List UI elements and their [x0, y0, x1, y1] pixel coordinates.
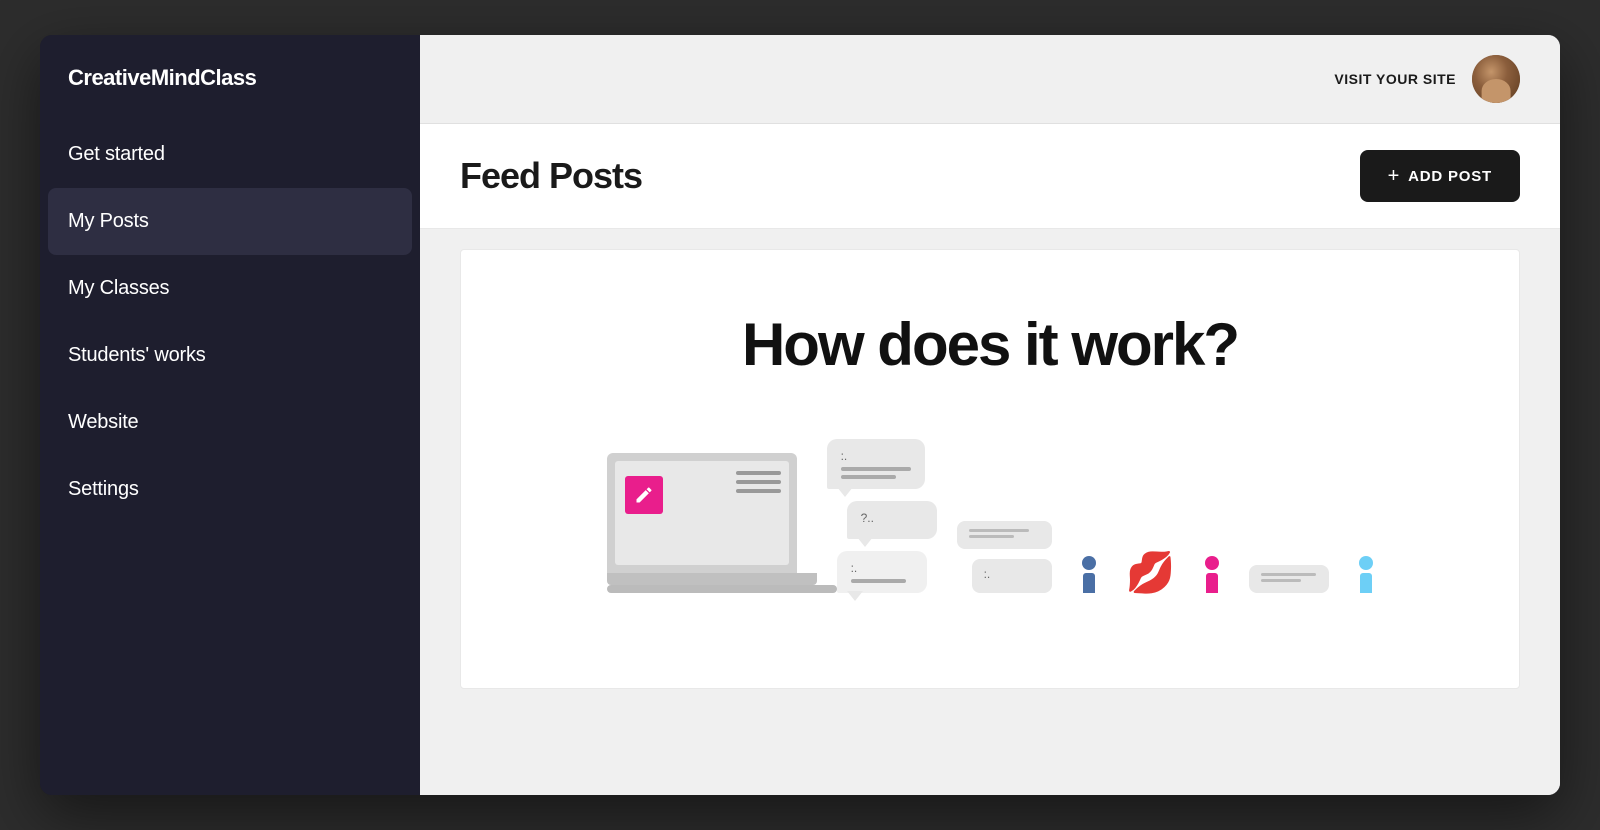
laptop-base — [607, 573, 817, 585]
person-head-blue-light — [1359, 556, 1373, 570]
person-head-pink — [1205, 556, 1219, 570]
small-bubble-line — [1261, 573, 1316, 576]
bubble-icon: :. — [851, 561, 913, 575]
bubble-line — [841, 467, 911, 471]
person-blue — [1082, 556, 1096, 593]
sidebar-item-get-started[interactable]: Get started — [40, 121, 420, 188]
small-bubble-line — [1261, 579, 1301, 582]
laptop-line — [736, 489, 781, 493]
laptop-line — [736, 480, 781, 484]
sidebar-item-my-classes[interactable]: My Classes — [40, 255, 420, 322]
page-title: Feed Posts — [460, 155, 642, 197]
person-body — [1083, 573, 1095, 593]
person-body-blue-light — [1360, 573, 1372, 593]
header-right: VISIT YOUR SITE — [1334, 55, 1520, 103]
bubble-line — [851, 579, 906, 583]
main-content: VISIT YOUR SITE Feed Posts + ADD POST Ho… — [420, 35, 1560, 795]
more-bubbles-left: :. — [957, 521, 1052, 593]
laptop-pink-box — [625, 476, 663, 514]
laptop-screen-content — [615, 461, 789, 565]
top-header: VISIT YOUR SITE — [420, 35, 1560, 124]
person-body-pink — [1206, 573, 1218, 593]
feed-card: How does it work? — [460, 249, 1520, 689]
sidebar-logo: CreativeMindClass — [40, 35, 420, 111]
small-bubble-3 — [1249, 565, 1329, 593]
small-bubble-line — [969, 529, 1029, 532]
bubble-lines — [851, 579, 913, 583]
add-post-button[interactable]: + ADD POST — [1360, 150, 1520, 202]
page-header: Feed Posts + ADD POST — [420, 124, 1560, 229]
avatar-image — [1472, 55, 1520, 103]
sidebar: CreativeMindClass Get started My Posts M… — [40, 35, 420, 795]
small-bubble-line — [969, 535, 1014, 538]
small-bubble-2: :. — [972, 559, 1052, 593]
sidebar-item-students-works[interactable]: Students' works — [40, 322, 420, 389]
plus-icon: + — [1388, 166, 1400, 186]
lips-illustration: 💋 — [1126, 553, 1176, 593]
bubble-line — [841, 475, 896, 479]
bubble-lines — [841, 467, 911, 479]
laptop-body — [607, 453, 797, 573]
sidebar-nav: Get started My Posts My Classes Students… — [40, 111, 420, 795]
chat-bubble-2: ?.. — [847, 501, 937, 539]
small-bubble-1 — [957, 521, 1052, 549]
laptop-lines — [736, 471, 781, 493]
illustration: :. ?.. :. — [501, 439, 1479, 593]
chat-bubble-1: :. — [827, 439, 925, 489]
more-bubbles-right — [1249, 565, 1329, 593]
people-and-lips: :. 💋 — [957, 521, 1374, 593]
bubble-icon: ?.. — [861, 511, 923, 525]
laptop-line — [736, 471, 781, 475]
sidebar-item-settings[interactable]: Settings — [40, 456, 420, 523]
feed-card-title: How does it work? — [742, 310, 1238, 379]
bubble-icon-smile: :. — [984, 567, 1040, 581]
laptop-illustration — [607, 453, 807, 593]
bubbles-group-1: :. ?.. :. — [827, 439, 937, 593]
visit-site-link[interactable]: VISIT YOUR SITE — [1334, 71, 1456, 87]
app-window: CreativeMindClass Get started My Posts M… — [40, 35, 1560, 795]
bubble-icon: :. — [841, 449, 911, 463]
sidebar-item-my-posts[interactable]: My Posts — [48, 188, 412, 255]
sidebar-item-website[interactable]: Website — [40, 389, 420, 456]
content-area: How does it work? — [420, 229, 1560, 795]
laptop-screen — [615, 461, 789, 565]
chat-bubble-3: :. — [837, 551, 927, 593]
person-light-blue — [1359, 556, 1373, 593]
pencil-icon — [634, 485, 654, 505]
person-pink — [1205, 556, 1219, 593]
avatar[interactable] — [1472, 55, 1520, 103]
person-head — [1082, 556, 1096, 570]
add-post-label: ADD POST — [1408, 168, 1492, 185]
laptop-foot — [607, 585, 837, 593]
